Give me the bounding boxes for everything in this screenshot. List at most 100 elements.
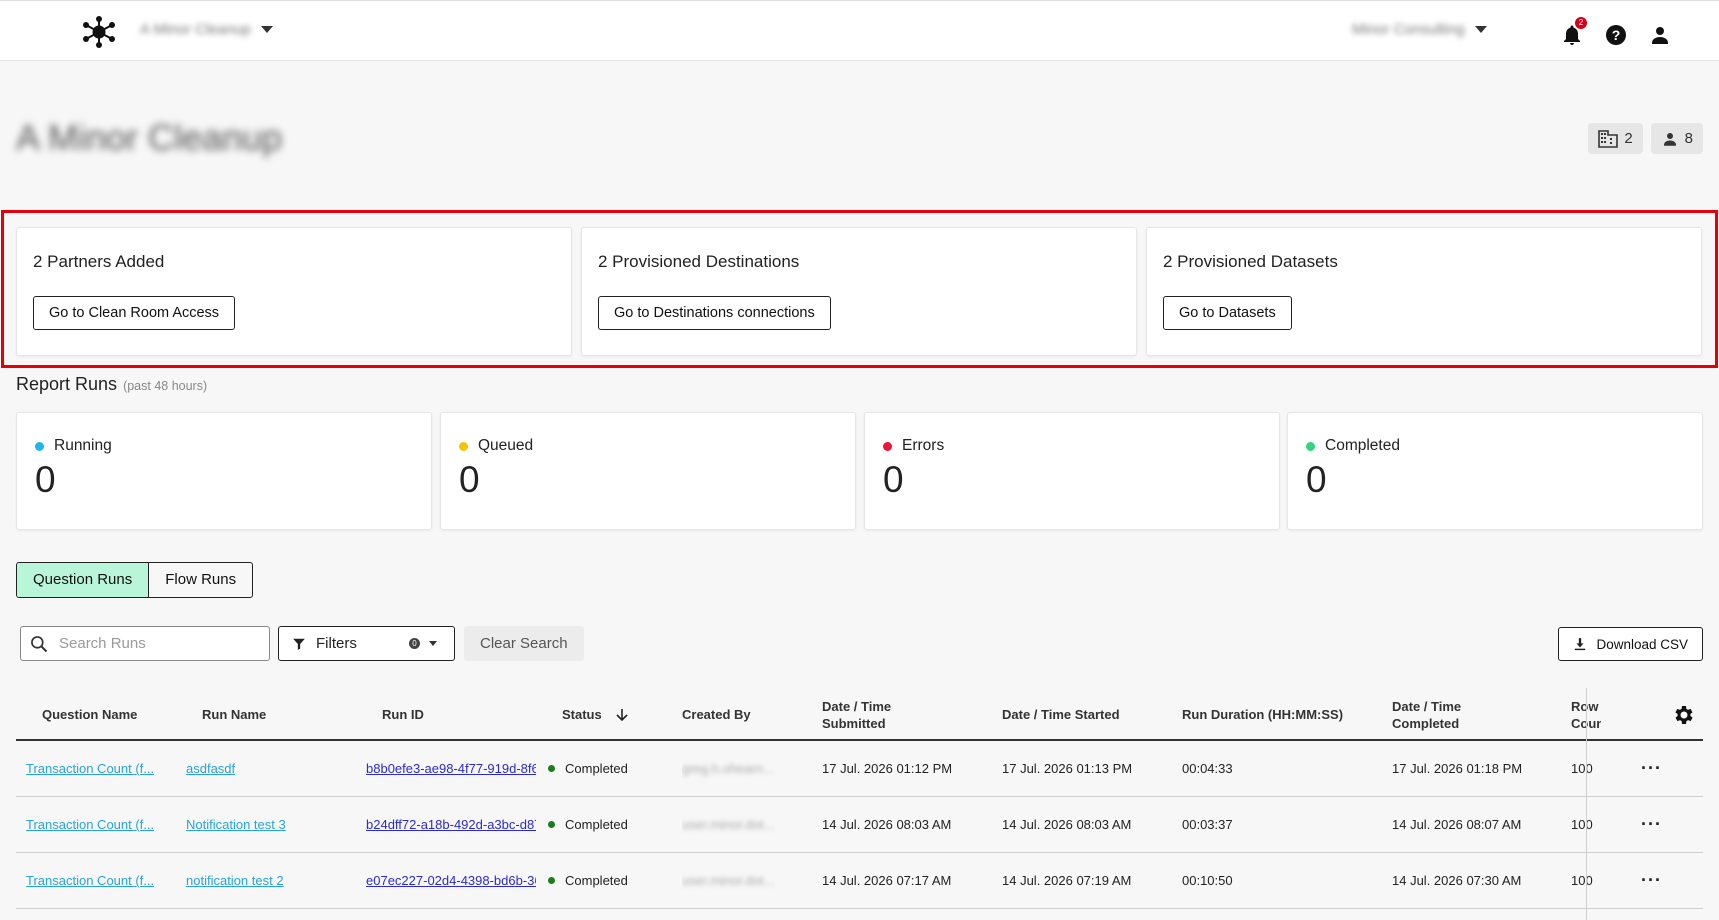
- column-header-submitted[interactable]: Date / Time Submitted: [822, 688, 891, 741]
- filters-count-badge: 0: [409, 638, 420, 649]
- table-settings-button[interactable]: [1671, 688, 1695, 741]
- gear-icon: [1675, 705, 1693, 724]
- search-runs-input[interactable]: [59, 635, 259, 652]
- user-account-button[interactable]: [1648, 23, 1672, 47]
- submitted-text: 14 Jul. 2026 08:03 AM: [822, 817, 952, 832]
- project-selector-label: A Minor Cleanup: [140, 21, 251, 38]
- row-count-text: 100: [1571, 873, 1593, 888]
- queued-count: 0: [459, 459, 480, 500]
- status-completed-dot: [548, 821, 555, 828]
- runs-type-toggle: Question Runs Flow Runs: [16, 562, 254, 598]
- question-name-link[interactable]: Transaction Count (f...: [26, 873, 154, 888]
- column-header-question-name[interactable]: Question Name: [42, 688, 137, 741]
- completed-stat-card: Completed 0: [1287, 412, 1703, 530]
- users-count: 8: [1684, 130, 1693, 147]
- queued-stat-card: Queued 0: [440, 412, 856, 530]
- table-row: Transaction Count (f... notification tes…: [16, 853, 1703, 909]
- duration-text: 00:10:50: [1182, 873, 1233, 888]
- column-header-completed[interactable]: Date / Time Completed: [1392, 688, 1461, 741]
- started-text: 17 Jul. 2026 01:13 PM: [1002, 761, 1133, 776]
- completed-header-line-1: Date / Time: [1392, 698, 1462, 714]
- tab-question-runs[interactable]: Question Runs: [17, 563, 150, 597]
- submitted-text: 14 Jul. 2026 07:17 AM: [822, 873, 952, 888]
- app-logo-icon[interactable]: [82, 16, 116, 48]
- person-icon: [1652, 27, 1668, 44]
- errors-label: Errors: [902, 437, 945, 454]
- running-count: 0: [35, 459, 56, 500]
- filters-dropdown[interactable]: Filters 0: [278, 626, 455, 661]
- tab-flow-runs[interactable]: Flow Runs: [149, 563, 252, 597]
- datasets-card: 2 Provisioned Datasets Go to Datasets: [1146, 227, 1702, 356]
- column-header-created-by[interactable]: Created By: [682, 688, 751, 741]
- clear-search-button[interactable]: Clear Search: [464, 626, 584, 661]
- row-actions-more-icon[interactable]: ···: [1641, 814, 1662, 835]
- run-id-link[interactable]: b24dff72-a18b-492d-a3bc-d87: [366, 817, 536, 832]
- completed-status-dot: [1306, 441, 1315, 451]
- search-runs-field[interactable]: [20, 626, 270, 661]
- status-text: Completed: [565, 761, 628, 776]
- project-selector[interactable]: A Minor Cleanup: [140, 21, 273, 38]
- row-count-text: 100: [1571, 761, 1593, 776]
- question-name-link[interactable]: Transaction Count (f...: [26, 817, 154, 832]
- help-button[interactable]: ?: [1604, 23, 1628, 47]
- completed-text: 14 Jul. 2026 07:30 AM: [1392, 873, 1522, 888]
- chevron-down-icon: [1474, 26, 1487, 33]
- download-csv-button[interactable]: Download CSV: [1558, 627, 1703, 661]
- go-to-clean-room-access-button[interactable]: Go to Clean Room Access: [33, 296, 236, 330]
- column-header-started[interactable]: Date / Time Started: [1002, 688, 1120, 741]
- search-icon: [31, 635, 48, 652]
- organization-selector-label: Minor Consulting: [1352, 21, 1465, 38]
- table-row: Transaction Count (f... Notification tes…: [16, 797, 1703, 853]
- run-name-link[interactable]: Notification test 3: [186, 817, 286, 832]
- queued-status-dot: [459, 441, 468, 451]
- completed-count: 0: [1306, 459, 1327, 500]
- column-header-status[interactable]: Status: [562, 688, 628, 741]
- chevron-down-icon: [429, 641, 437, 646]
- users-count-chip[interactable]: 8: [1650, 123, 1703, 154]
- page-title: A Minor Cleanup: [16, 117, 283, 158]
- row-actions-more-icon[interactable]: ···: [1641, 870, 1662, 891]
- question-name-link[interactable]: Transaction Count (f...: [26, 761, 154, 776]
- destinations-card-heading: 2 Provisioned Destinations: [598, 252, 800, 271]
- column-header-duration[interactable]: Run Duration (HH:MM:SS): [1182, 688, 1343, 741]
- report-runs-subtitle: (past 48 hours): [123, 379, 208, 393]
- started-text: 14 Jul. 2026 07:19 AM: [1002, 873, 1132, 888]
- submitted-header-line-2: Submitted: [822, 715, 886, 731]
- filters-label: Filters: [316, 635, 357, 652]
- running-label: Running: [54, 437, 112, 454]
- person-icon: [1663, 132, 1676, 146]
- notification-count-badge: 2: [1575, 17, 1587, 29]
- go-to-datasets-button[interactable]: Go to Datasets: [1163, 296, 1292, 330]
- submitted-header-line-1: Date / Time: [822, 698, 892, 714]
- column-header-run-id[interactable]: Run ID: [382, 688, 424, 741]
- duration-text: 00:04:33: [1182, 761, 1233, 776]
- row-count-text: 100: [1571, 817, 1593, 832]
- duration-text: 00:03:37: [1182, 817, 1233, 832]
- notifications-button[interactable]: 2: [1560, 17, 1587, 47]
- completed-header-line-2: Completed: [1392, 715, 1460, 731]
- row-actions-more-icon[interactable]: ···: [1641, 758, 1662, 779]
- organization-selector[interactable]: Minor Consulting: [1352, 21, 1487, 38]
- table-header: Question Name Run Name Run ID Status Cre…: [16, 688, 1703, 741]
- status-text: Completed: [565, 873, 628, 888]
- run-name-link[interactable]: notification test 2: [186, 873, 284, 888]
- go-to-destinations-connections-button[interactable]: Go to Destinations connections: [598, 296, 831, 330]
- run-name-link[interactable]: asdfasdf: [186, 761, 235, 776]
- report-runs-heading: Report Runs: [16, 374, 118, 394]
- status-completed-dot: [548, 877, 555, 884]
- download-icon: [1575, 638, 1586, 651]
- created-by-text: user.minor.dot...: [682, 817, 775, 832]
- partners-card: 2 Partners Added Go to Clean Room Access: [16, 227, 572, 356]
- help-icon: ?: [1606, 25, 1626, 45]
- completed-text: 17 Jul. 2026 01:18 PM: [1392, 761, 1523, 776]
- sort-arrow-down-icon[interactable]: [616, 708, 628, 722]
- table-row: Transaction Count (f... asdfasdf b8b0efe…: [16, 741, 1703, 797]
- partners-count-chip[interactable]: 2: [1588, 123, 1643, 154]
- run-id-link[interactable]: b8b0efe3-ae98-4f77-919d-8f6e: [366, 761, 536, 776]
- column-header-run-name[interactable]: Run Name: [202, 688, 266, 741]
- running-stat-card: Running 0: [16, 412, 432, 530]
- status-completed-dot: [548, 765, 555, 772]
- run-id-link[interactable]: e07ec227-02d4-4398-bd6b-36f: [366, 873, 536, 888]
- errors-count: 0: [883, 459, 904, 500]
- partners-count: 2: [1624, 130, 1633, 147]
